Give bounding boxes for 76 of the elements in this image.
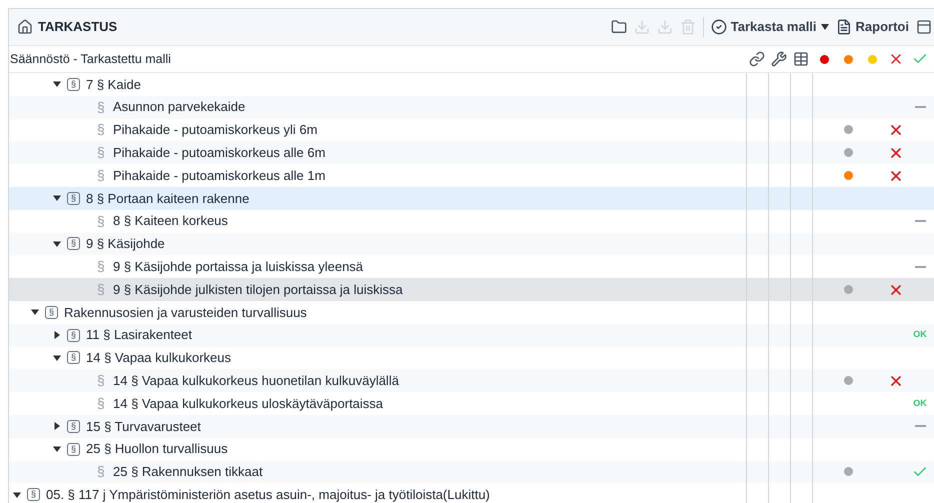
not-applicable-icon [914, 220, 926, 222]
rule-label: 25 § Rakennuksen tikkaat [113, 463, 263, 482]
expand-triangle-icon[interactable] [13, 490, 21, 499]
rule-label: 9 § Käsijohde [86, 235, 165, 254]
expand-triangle-icon[interactable] [53, 194, 61, 202]
rule-label: Asunnon parvekekaide [113, 98, 246, 116]
check-model-button[interactable]: Tarkasta malli [710, 17, 829, 37]
panel-icon[interactable] [916, 19, 932, 35]
not-applicable-icon [914, 266, 926, 268]
section-icon: § [97, 279, 107, 300]
expand-triangle-icon[interactable] [31, 308, 39, 316]
section-icon: § [97, 393, 107, 414]
section-icon: § [97, 256, 107, 278]
rule-label: 9 § Käsijohde portaissa ja luiskissa yleensä [113, 258, 364, 276]
rule-label: Pihakaide - putoamiskorkeus alle 6m [113, 144, 326, 162]
column-title: Säännöstö - Tarkastettu malli [9, 50, 172, 68]
check-circle-icon [710, 19, 727, 35]
expand-triangle-icon[interactable] [53, 354, 61, 362]
rule-label: Rakennusosien ja varusteiden turvallisuus [64, 304, 307, 322]
section-icon: § [97, 142, 107, 164]
not-applicable-icon [914, 106, 926, 108]
rule-label: 8 § Kaiteen korkeus [113, 212, 228, 230]
rule-label: 25 § Huollon turvallisuus [86, 440, 228, 458]
tree-row[interactable]: § 15 § Turvavarusteet [9, 414, 934, 438]
home-icon [17, 19, 33, 35]
rule-label: Pihakaide - putoamiskorkeus yli 6m [113, 121, 318, 140]
tree-row[interactable]: § Asunnon parvekekaide [9, 96, 934, 119]
rule-label: 14 § Vapaa kulkukorkeus [86, 349, 232, 368]
section-icon: § [97, 165, 107, 186]
section-icon: § [67, 237, 80, 250]
rule-label: 8 § Portaan kaiteen rakenne [86, 190, 250, 208]
section-icon: § [67, 442, 80, 456]
folder-icon[interactable] [610, 19, 627, 35]
tree-row[interactable]: § 9 § Käsijohde julkisten tilojen portaissa ja luiskissa [9, 278, 934, 301]
ok-label: OK [913, 396, 927, 410]
tree-row[interactable]: § 8 § Portaan kaiteen rakenne [9, 186, 934, 210]
expand-triangle-icon[interactable] [53, 240, 61, 248]
section-icon: § [67, 420, 80, 433]
link-icon [749, 51, 765, 67]
rule-label: 14 § Vapaa kulkukorkeus huonetilan kulkuväylällä [113, 372, 399, 390]
section-icon: § [67, 328, 80, 342]
section-icon: § [97, 119, 107, 140]
not-applicable-icon [914, 425, 926, 428]
expand-triangle-icon[interactable] [53, 331, 61, 340]
rule-label: Pihakaide - putoamiskorkeus alle 1m [113, 166, 326, 185]
section-icon: § [97, 96, 107, 118]
section-icon: § [45, 306, 58, 319]
section-icon: § [27, 488, 40, 502]
report-button[interactable]: Raportoi [836, 17, 909, 37]
section-icon: § [67, 78, 80, 91]
tree-row[interactable]: § Pihakaide - putoamiskorkeus yli 6m [9, 118, 934, 142]
report-icon [836, 19, 852, 35]
section-icon: § [67, 351, 80, 364]
tree-row[interactable]: § 11 § Lasirakenteet OK [9, 324, 934, 347]
expand-triangle-icon[interactable] [53, 445, 61, 454]
rule-label: 15 § Turvavarusteet [86, 418, 201, 436]
section-icon: § [97, 461, 107, 482]
tree-row[interactable]: § Pihakaide - putoamiskorkeus alle 6m [9, 141, 934, 164]
section-icon: § [67, 192, 80, 205]
expand-triangle-icon[interactable] [53, 422, 61, 430]
section-icon: § [97, 370, 107, 392]
rule-label: 05. § 117 j Ympäristöministeriön asetus asuin-, majoitus- ja työtiloista(Lukittu) [46, 486, 490, 503]
rule-label: 9 § Käsijohde julkisten tilojen portaissa ja luiskissa [113, 280, 403, 299]
tree-row[interactable]: § 14 § Vapaa kulkukorkeus [9, 346, 934, 370]
section-icon: § [97, 210, 107, 232]
ok-label: OK [913, 328, 927, 342]
tree-row[interactable]: § 14 § Vapaa kulkukorkeus huonetilan kulkuväylällä [9, 369, 934, 392]
rule-label: 7 § Kaide [86, 76, 141, 94]
wrench-icon [771, 51, 787, 67]
rule-label: 14 § Vapaa kulkukorkeus uloskäytäväportaissa [113, 394, 384, 413]
tree-row[interactable]: § 9 § Käsijohde [9, 232, 934, 256]
rule-label: 11 § Lasirakenteet [86, 326, 192, 344]
expand-triangle-icon[interactable] [53, 80, 61, 88]
panel-title: TARKASTUS [38, 18, 118, 36]
tree-row[interactable]: § 25 § Rakennuksen tikkaat [9, 460, 934, 484]
table-icon [793, 51, 809, 67]
